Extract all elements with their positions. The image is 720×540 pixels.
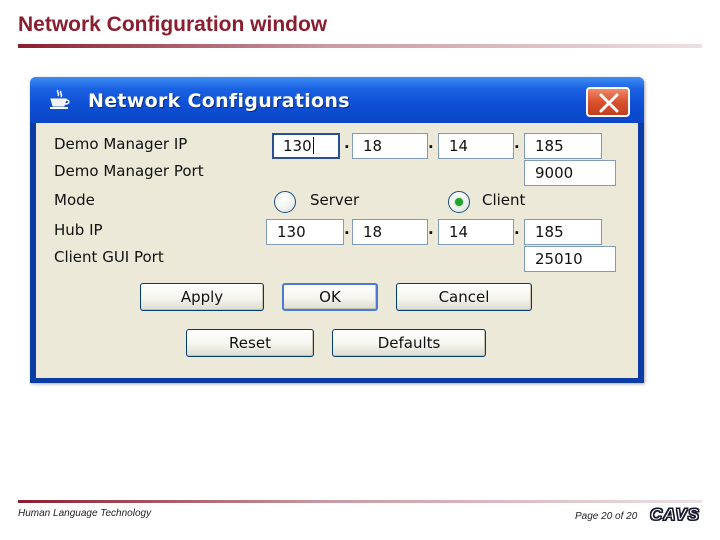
demo-manager-ip-label: Demo Manager IP: [54, 135, 188, 153]
network-configurations-dialog: Network Configurations Demo Manager IP 1…: [30, 77, 644, 383]
slide-title: Network Configuration window: [18, 13, 328, 36]
text-caret: [312, 137, 314, 154]
dialog-title: Network Configurations: [88, 90, 350, 112]
demo-manager-ip-octet-1[interactable]: 130: [272, 133, 340, 159]
hub-ip-octet-3[interactable]: 14: [438, 219, 514, 245]
demo-manager-ip-octet-4[interactable]: 185: [524, 133, 602, 159]
cancel-button[interactable]: Cancel: [396, 283, 532, 311]
footer-left-text: Human Language Technology: [18, 508, 152, 519]
demo-manager-ip-octet-2[interactable]: 18: [352, 133, 428, 159]
hub-ip-octet-2[interactable]: 18: [352, 219, 428, 245]
hub-ip-label: Hub IP: [54, 221, 103, 239]
close-x-icon: [599, 93, 619, 113]
client-radio[interactable]: [448, 191, 470, 213]
java-coffee-cup-icon: [50, 89, 70, 109]
footer-rule: [18, 500, 702, 503]
demo-manager-port-input[interactable]: 9000: [524, 160, 616, 186]
demo-manager-port-label: Demo Manager Port: [54, 162, 204, 180]
client-gui-port-label: Client GUI Port: [54, 248, 164, 266]
cavs-logo: CAVS: [650, 505, 700, 525]
ip-separator: .: [428, 134, 434, 152]
ip-separator: .: [344, 134, 350, 152]
ip-separator: .: [344, 220, 350, 238]
apply-button[interactable]: Apply: [140, 283, 264, 311]
demo-manager-ip-octet-3[interactable]: 14: [438, 133, 514, 159]
dialog-content: Demo Manager IP 130 . 18 . 14 . 185 Demo…: [36, 123, 638, 378]
hub-ip-octet-1[interactable]: 130: [266, 219, 344, 245]
ip-separator: .: [428, 220, 434, 238]
page-number: Page 20 of 20: [575, 511, 638, 522]
ip-separator: .: [514, 134, 520, 152]
hub-ip-octet-4[interactable]: 185: [524, 219, 602, 245]
close-button[interactable]: [586, 87, 630, 117]
client-gui-port-input[interactable]: 25010: [524, 246, 616, 272]
server-radio-label[interactable]: Server: [310, 191, 359, 209]
title-underline: [18, 44, 702, 48]
reset-button[interactable]: Reset: [186, 329, 314, 357]
client-radio-label[interactable]: Client: [482, 191, 525, 209]
ok-button[interactable]: OK: [282, 283, 378, 311]
server-radio[interactable]: [274, 191, 296, 213]
mode-label: Mode: [54, 191, 95, 209]
ip-separator: .: [514, 220, 520, 238]
defaults-button[interactable]: Defaults: [332, 329, 486, 357]
dialog-titlebar[interactable]: Network Configurations: [30, 77, 644, 123]
